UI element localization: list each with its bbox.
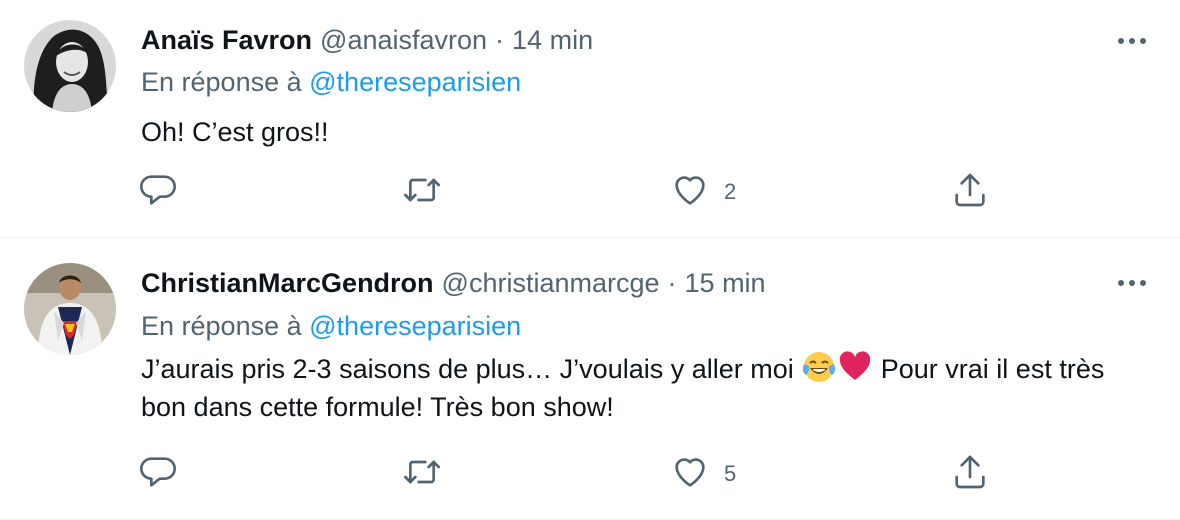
tweet[interactable]: Anaïs Favron @anaisfavron · 14 min En ré… [0, 0, 1180, 238]
share-button[interactable] [950, 172, 990, 212]
more-icon[interactable] [1114, 265, 1150, 301]
author-name[interactable]: ChristianMarcGendron [141, 268, 434, 299]
reply-context: En réponse à @thereseparisien [141, 67, 521, 98]
reply-icon [138, 452, 178, 497]
author-handle[interactable]: @christianmarcge [442, 268, 660, 299]
reply-prefix: En réponse à [141, 311, 302, 341]
avatar[interactable] [24, 263, 116, 355]
like-icon [670, 452, 710, 497]
share-button[interactable] [950, 454, 990, 494]
like-button[interactable]: 2 [670, 172, 736, 212]
retweet-icon [402, 170, 442, 215]
tweet[interactable]: ChristianMarcGendron @christianmarcge · … [0, 238, 1180, 520]
reply-icon [138, 170, 178, 215]
author-handle[interactable]: @anaisfavron [320, 25, 487, 56]
tweet-text: J’aurais pris 2-3 saisons de plus… J’vou… [141, 350, 1151, 426]
share-icon [950, 170, 990, 215]
like-icon [670, 170, 710, 215]
tweet-header: Anaïs Favron @anaisfavron · 14 min [141, 20, 593, 60]
share-icon [950, 452, 990, 497]
reply-context: En réponse à @thereseparisien [141, 311, 521, 342]
tweet-text: Oh! C’est gros!! [141, 117, 329, 147]
reply-mention-link[interactable]: @thereseparisien [309, 67, 521, 97]
timestamp[interactable]: 15 min [685, 268, 766, 299]
separator: · [667, 267, 677, 298]
more-icon[interactable] [1114, 23, 1150, 59]
like-button[interactable]: 5 [670, 454, 736, 494]
retweet-button[interactable] [402, 454, 442, 494]
tears-of-joy-emoji [802, 350, 836, 384]
author-name[interactable]: Anaïs Favron [141, 25, 312, 56]
retweet-button[interactable] [402, 172, 442, 212]
reply-prefix: En réponse à [141, 67, 302, 97]
reply-button[interactable] [138, 454, 178, 494]
tweet-header: ChristianMarcGendron @christianmarcge · … [141, 263, 766, 303]
like-count: 5 [724, 461, 737, 486]
timestamp[interactable]: 14 min [512, 25, 593, 56]
separator: · [495, 24, 505, 55]
reply-mention-link[interactable]: @thereseparisien [309, 311, 521, 341]
avatar[interactable] [24, 20, 116, 112]
retweet-icon [402, 452, 442, 497]
like-count: 2 [724, 179, 737, 204]
red-heart-emoji [838, 350, 872, 384]
reply-button[interactable] [138, 172, 178, 212]
tweet-text-part: J’aurais pris 2-3 saisons de plus… J’vou… [141, 354, 802, 384]
